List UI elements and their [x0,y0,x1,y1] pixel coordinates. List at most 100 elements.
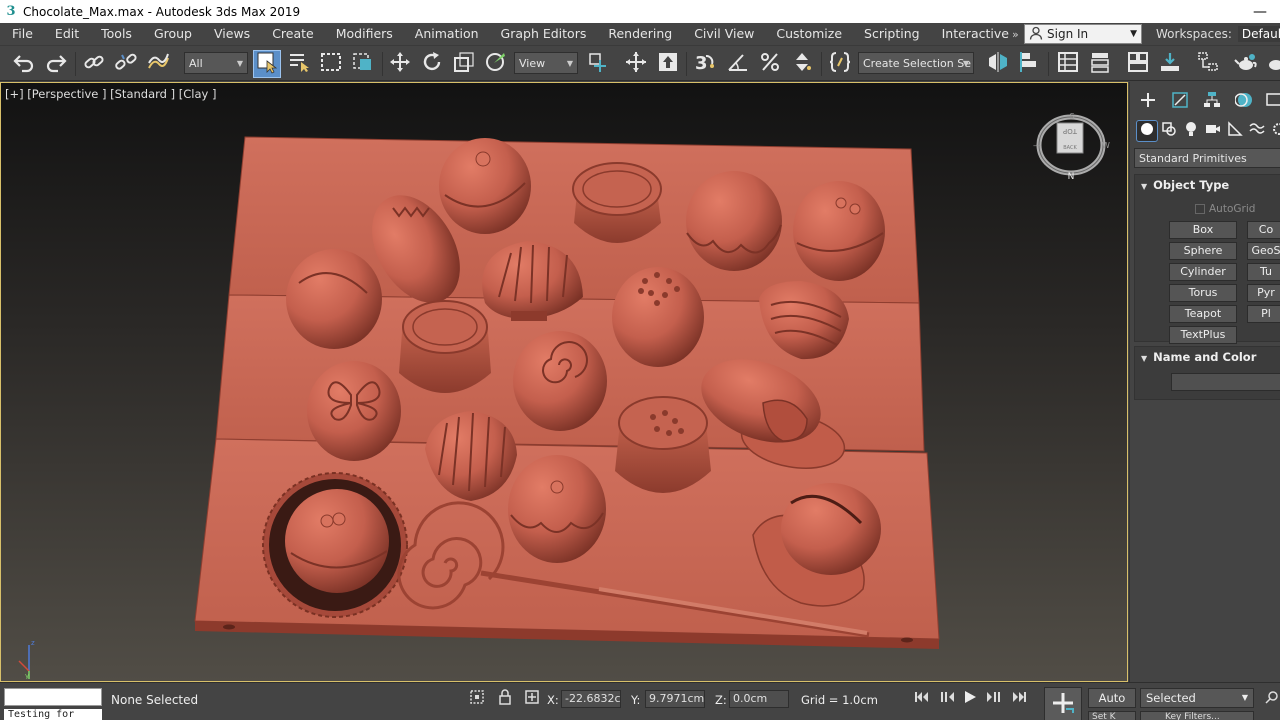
reference-coordinate-dropdown[interactable]: View ▼ [514,52,578,74]
schematic-view-button[interactable] [1194,50,1222,78]
menu-rendering[interactable]: Rendering [597,23,683,45]
maxscript-listener-input[interactable] [4,688,102,706]
box-button[interactable]: Box [1169,221,1237,239]
snaps-toggle-button[interactable]: 3 [690,50,718,78]
key-filters-button[interactable]: Key Filters... [1140,711,1254,720]
select-object-button[interactable] [253,50,281,78]
object-type-rollout-header[interactable]: ▼ Object Type [1135,175,1280,195]
menu-file[interactable]: File [0,23,44,45]
next-frame-button[interactable] [983,688,1003,708]
set-key-button[interactable] [1044,687,1082,720]
cone-button[interactable]: Co [1247,221,1280,239]
toggle-ribbon-button[interactable] [1124,50,1152,78]
menu-scripting[interactable]: Scripting [853,23,931,45]
menu-interactive[interactable]: Interactive [931,23,1020,45]
selection-filter-dropdown[interactable]: All ▼ [184,52,248,74]
menu-edit[interactable]: Edit [44,23,90,45]
menu-civil-view[interactable]: Civil View [683,23,765,45]
category-helpers[interactable] [1224,120,1246,142]
menu-customize[interactable]: Customize [765,23,853,45]
select-by-name-button[interactable] [285,50,313,78]
tab-display[interactable] [1262,90,1280,114]
menu-create[interactable]: Create [261,23,325,45]
menu-animation[interactable]: Animation [404,23,490,45]
select-and-manipulate-button[interactable] [622,50,650,78]
pivot-center-button[interactable] [584,50,612,78]
scene-explorer-button[interactable] [1054,50,1082,78]
workspaces-value[interactable]: Default [1237,26,1280,42]
category-cameras[interactable] [1202,120,1224,142]
name-and-color-rollout-header[interactable]: ▼ Name and Color [1135,347,1280,367]
category-geometry[interactable] [1136,120,1158,142]
auto-key-button[interactable]: Auto Key [1088,688,1136,720]
search-button[interactable] [1262,688,1280,708]
percent-snap-toggle-button[interactable] [756,50,784,78]
cylinder-button[interactable]: Cylinder [1169,263,1237,281]
minimize-button[interactable]: — [1240,4,1280,20]
angle-snap-toggle-button[interactable] [724,50,752,78]
go-to-end-button[interactable] [1009,688,1029,708]
z-coordinate-field[interactable]: 0.0cm [729,690,789,708]
absolute-transform-button[interactable] [522,688,542,708]
autogrid-checkbox[interactable]: AutoGrid [1195,203,1255,215]
align-button[interactable] [1016,50,1044,78]
edit-named-selection-button[interactable] [826,50,854,78]
plane-button[interactable]: Pl [1247,305,1280,323]
textplus-button[interactable]: TextPlus [1169,326,1237,344]
category-lights[interactable] [1180,120,1202,142]
tab-motion[interactable] [1232,90,1256,114]
window-crossing-button[interactable] [349,50,377,78]
redo-button[interactable] [42,50,70,78]
play-button[interactable] [960,688,980,708]
bind-to-space-warp-button[interactable] [144,50,172,78]
spinner-snap-toggle-button[interactable] [788,50,816,78]
y-coordinate-field[interactable]: 9.7971cm [645,690,705,708]
select-and-rotate-button[interactable] [418,50,446,78]
sign-in-dropdown[interactable]: Sign In ▼ [1024,24,1142,44]
select-and-move-button[interactable] [386,50,414,78]
category-systems[interactable] [1268,120,1280,142]
select-and-scale-button[interactable] [450,50,478,78]
selection-lock-button[interactable] [495,688,515,708]
rectangular-selection-button[interactable] [317,50,345,78]
menu-tools[interactable]: Tools [90,23,143,45]
menu-group[interactable]: Group [143,23,203,45]
undo-button[interactable] [10,50,38,78]
perspective-viewport[interactable]: [+] [Perspective ] [Standard ] [Clay ] T… [0,82,1128,682]
category-space-warps[interactable] [1246,120,1268,142]
menu-graph-editors[interactable]: Graph Editors [490,23,598,45]
teapot-button[interactable]: Teapot [1169,305,1237,323]
select-and-link-button[interactable] [80,50,108,78]
keyboard-shortcut-override-button[interactable] [654,50,682,78]
go-to-start-button[interactable] [912,688,932,708]
isolate-selection-button[interactable] [467,688,487,708]
viewcube-widget[interactable]: TOP BACK N S W — [1031,107,1111,187]
curve-editor-button[interactable] [1156,50,1184,78]
torus-button[interactable]: Torus [1169,284,1237,302]
menu-modifiers[interactable]: Modifiers [325,23,404,45]
menu-overflow-button[interactable]: » [1008,28,1023,41]
category-shapes[interactable] [1158,120,1180,142]
tube-button[interactable]: Tu [1247,263,1280,281]
named-selection-sets-dropdown[interactable]: Create Selection Se ▼ [858,52,974,74]
menu-views[interactable]: Views [203,23,261,45]
x-coordinate-field[interactable]: -22.6832cm [561,690,621,708]
previous-frame-button[interactable] [938,688,958,708]
pyramid-button[interactable]: Pyr [1247,284,1280,302]
tab-create[interactable] [1136,90,1160,114]
render-setup-button[interactable] [1262,50,1280,78]
selection-set-dropdown[interactable]: Selected ▼ [1140,688,1254,708]
tab-modify[interactable] [1168,90,1192,114]
layer-explorer-button[interactable] [1086,50,1114,78]
select-and-place-button[interactable] [482,50,510,78]
tab-hierarchy[interactable] [1200,90,1224,114]
sphere-button[interactable]: Sphere [1169,242,1237,260]
object-name-field[interactable] [1171,373,1280,391]
set-key-label[interactable]: Set K [1088,711,1136,720]
geosphere-button[interactable]: GeoS [1247,242,1280,260]
material-editor-button[interactable] [1232,50,1260,78]
workspaces-selector[interactable]: Workspaces: Default [1156,23,1280,45]
primitive-type-dropdown[interactable]: Standard Primitives [1134,148,1280,168]
mirror-button[interactable] [984,50,1012,78]
unlink-selection-button[interactable] [112,50,140,78]
